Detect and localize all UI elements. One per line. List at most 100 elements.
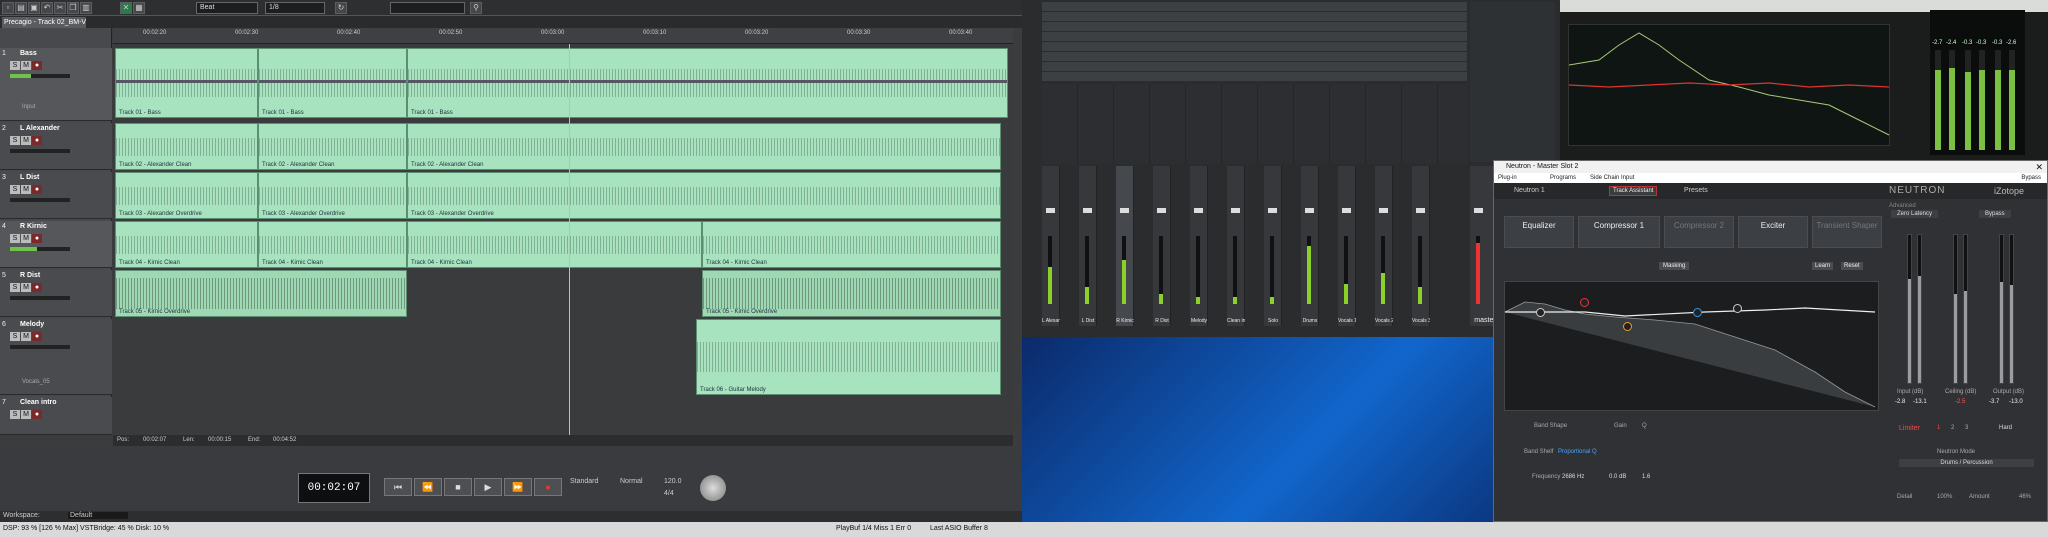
audio-clip[interactable]: Track 03 - Alexander Overdrive [407,172,1001,219]
fader[interactable] [1379,208,1388,213]
bypass-button[interactable]: Bypass [1979,210,2011,218]
channel-strip[interactable]: R Kirnic [1116,166,1134,326]
mute-button[interactable]: M [21,136,31,145]
fader[interactable] [1416,208,1425,213]
open-folder-icon[interactable]: ▤ [15,2,27,14]
fader[interactable] [1157,208,1166,213]
track-header[interactable]: 1 Bass S M ● Input [0,48,112,121]
record-button[interactable]: ● [32,136,42,145]
tempo-value[interactable]: 120.0 [664,478,682,485]
copy-icon[interactable]: ❐ [67,2,79,14]
detail-value[interactable]: 100% [1937,494,1952,500]
fader[interactable] [1120,208,1129,213]
audio-clip[interactable]: Track 01 - Bass [258,48,407,118]
audio-clip[interactable]: Track 04 - Kirnic Clean [702,221,1001,268]
spectrum-analyzer[interactable] [1568,24,1890,146]
solo-button[interactable]: S [10,410,20,419]
eq-band-node[interactable] [1580,298,1589,307]
audio-clip[interactable]: Track 05 - Kirnic Overdrive [115,270,407,317]
ceiling-meter[interactable] [1963,234,1968,384]
track-assistant-button[interactable]: Track Assistant [1609,186,1658,196]
solo-button[interactable]: S [10,136,20,145]
channel-strip[interactable]: R Dist [1153,166,1171,326]
track-header[interactable]: 2 L Alexander S M ● [0,123,112,170]
record-button[interactable]: ● [32,61,42,70]
mute-button[interactable]: M [21,61,31,70]
menu-programs[interactable]: Programs [1550,173,1576,183]
masking-button[interactable]: Masking [1659,262,1690,270]
rewind-button[interactable]: ⏪ [414,478,442,496]
audio-clip[interactable]: Track 02 - Alexander Clean [115,123,258,170]
record-button[interactable]: ● [32,234,42,243]
track-header[interactable]: 4 R Kirnic S M ● [0,221,112,268]
audio-clip[interactable]: Track 03 - Alexander Overdrive [115,172,258,219]
audio-clip[interactable]: Track 06 - Guitar Melody [696,319,1001,395]
fader[interactable] [1474,208,1483,213]
audio-clip[interactable]: Track 02 - Alexander Clean [407,123,1001,170]
channel-strip[interactable]: Vocals 3 [1412,166,1430,326]
arrangement-view[interactable]: Track 01 - Bass Track 01 - Bass Track 01… [113,44,1013,435]
mute-button[interactable]: M [21,234,31,243]
solo-button[interactable]: S [10,332,20,341]
grid-select[interactable]: 1/8 [265,2,325,14]
module-compressor-1[interactable]: Compressor 1 [1578,216,1660,248]
limiter-type-select[interactable]: Hard [1999,425,2012,431]
gain-value[interactable]: 0.0 dB [1609,474,1626,480]
preset-name[interactable]: Neutron 1 [1514,187,1545,194]
new-file-icon[interactable]: ▫ [2,2,14,14]
fader[interactable] [1083,208,1092,213]
workspace-select[interactable]: Default [68,512,128,519]
module-exciter[interactable]: Exciter [1738,216,1808,248]
record-button[interactable]: ● [32,332,42,341]
ceiling-meter[interactable] [1953,234,1958,384]
end-value[interactable]: 00:04:52 [273,437,296,443]
track-name[interactable]: Bass [20,50,37,57]
audio-clip[interactable]: Track 01 - Bass [407,48,1008,118]
bypass-menu[interactable]: Bypass [2021,173,2041,183]
time-ruler[interactable]: 00:02:20 00:02:30 00:02:40 00:02:50 00:0… [113,28,1013,44]
limiter-mode-2[interactable]: 2 [1951,425,1954,431]
audio-clip[interactable]: Track 04 - Kirnic Clean [115,221,258,268]
insert-slots[interactable] [1042,2,1467,82]
play-mode[interactable]: Normal [620,478,643,485]
module-transient-shaper[interactable]: Transient Shaper [1812,216,1882,248]
limiter-mode-1[interactable]: 1 [1937,425,1940,431]
eq-band-node[interactable] [1733,304,1742,313]
record-button[interactable]: ● [32,185,42,194]
mute-button[interactable]: M [21,185,31,194]
window-titlebar[interactable]: Neutron - Master Slot 2 ✕ [1494,161,2047,173]
cut-icon[interactable]: ✂ [54,2,66,14]
fader[interactable] [1305,208,1314,213]
neutron-mode-select[interactable]: Drums / Percussion [1899,459,2034,467]
frequency-value[interactable]: 2686 Hz [1562,474,1584,480]
record-button[interactable]: ● [32,283,42,292]
fader[interactable] [1231,208,1240,213]
band-shape-proportional[interactable]: Proportional Q [1558,449,1597,455]
reset-button[interactable]: Reset [1841,262,1863,270]
pos-value[interactable]: 00:02:07 [143,437,166,443]
audio-clip[interactable]: Track 03 - Alexander Overdrive [258,172,407,219]
presets-button[interactable]: Presets [1684,187,1708,194]
audio-clip[interactable]: Track 04 - Kirnic Clean [258,221,407,268]
audio-clip[interactable]: Track 04 - Kirnic Clean [407,221,702,268]
audio-clip[interactable]: Track 02 - Alexander Clean [258,123,407,170]
track-name[interactable]: R Kirnic [20,223,47,230]
track-name[interactable]: L Dist [20,174,39,181]
learn-button[interactable]: Learn [1812,262,1834,270]
limiter-label[interactable]: Limiter [1899,425,1920,432]
fader[interactable] [1194,208,1203,213]
solo-button[interactable]: S [10,61,20,70]
module-equalizer[interactable]: Equalizer [1504,216,1574,248]
rewind-start-button[interactable]: ⏮ [384,478,412,496]
q-value[interactable]: 1.6 [1642,474,1650,480]
audio-clip[interactable]: Track 05 - Kirnic Overdrive [702,270,1001,317]
save-icon[interactable]: ▣ [28,2,40,14]
standard-mode[interactable]: Standard [570,478,598,485]
channel-strip[interactable]: Melody [1190,166,1208,326]
eq-display[interactable] [1504,281,1879,411]
snap-select[interactable]: Beat [196,2,258,14]
snap-icon[interactable]: ✕ [120,2,132,14]
channel-strip[interactable]: L Dist [1079,166,1097,326]
channel-strip[interactable]: Drums [1301,166,1319,326]
len-value[interactable]: 00:00:15 [208,437,231,443]
